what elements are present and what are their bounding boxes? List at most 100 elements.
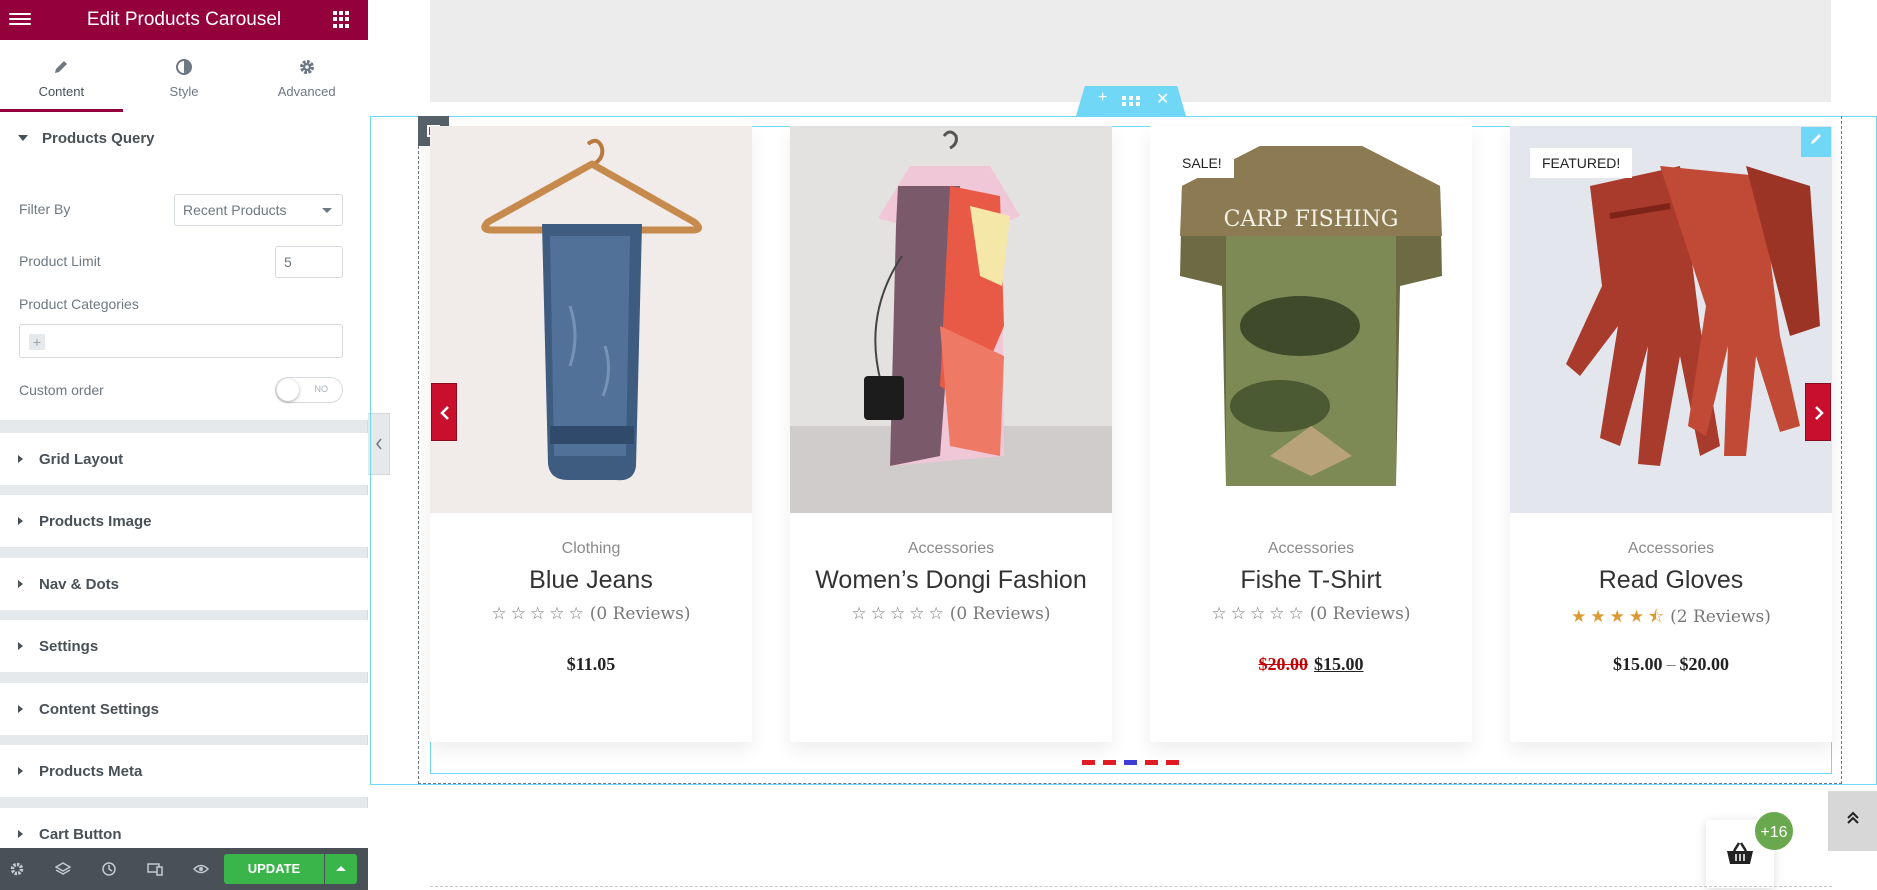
product-title[interactable]: Women’s Dongi Fashion [790, 566, 1112, 595]
product-limit-label: Product Limit [19, 253, 101, 269]
product-price: $15.00– $20.00 [1510, 654, 1832, 675]
section-handle[interactable]: + ✕ [1076, 86, 1186, 116]
price-min: $15.00 [1613, 654, 1663, 674]
panel-footer: UPDATE [0, 848, 368, 890]
next-section-outline [430, 886, 1832, 887]
product-category[interactable]: Accessories [1510, 540, 1832, 558]
section-settings[interactable]: Settings [0, 620, 368, 672]
product-card[interactable]: FEATURED! Accessories Read Gloves ★★★★⯪(… [1510, 126, 1832, 742]
panel-header: Edit Products Carousel [0, 0, 368, 40]
tab-content-label: Content [38, 84, 85, 99]
review-count[interactable]: (2 Reviews) [1670, 607, 1771, 627]
section-title: Products Image [39, 512, 152, 530]
tshirt-print: CARP FISHING [1224, 207, 1399, 232]
product-card[interactable]: CARP FISHING SALE! Accessories Fishe T-S… [1150, 126, 1472, 742]
product-price: $20.00 $15.00 [1150, 654, 1472, 675]
section-nav-dots[interactable]: Nav & Dots [0, 558, 368, 610]
review-count: (0 Reviews) [949, 604, 1051, 624]
scroll-to-top-button[interactable] [1828, 791, 1877, 851]
tab-advanced[interactable]: Advanced [245, 40, 368, 112]
responsive-icon[interactable] [147, 861, 163, 877]
carousel-dot[interactable] [1166, 760, 1179, 765]
product-image[interactable]: CARP FISHING [1150, 126, 1472, 513]
product-image[interactable] [430, 126, 752, 513]
section-title: Products Query [42, 129, 155, 147]
product-card[interactable]: Accessories Women’s Dongi Fashion ☆☆☆☆☆(… [790, 126, 1112, 742]
section-title: Settings [39, 637, 99, 655]
product-title[interactable]: Read Gloves [1510, 566, 1832, 595]
review-count: (0 Reviews) [589, 604, 691, 624]
section-title: Grid Layout [39, 450, 124, 468]
layers-icon[interactable] [54, 861, 72, 877]
product-limit-input[interactable]: 5 [275, 246, 343, 278]
star-rating-icon: ☆☆☆☆☆ [491, 604, 588, 624]
product-title[interactable]: Blue Jeans [430, 566, 752, 595]
section-title: Content Settings [39, 700, 159, 718]
chevron-down-icon [322, 208, 332, 213]
edit-widget-button[interactable] [1801, 127, 1831, 157]
eye-icon[interactable] [192, 861, 210, 877]
carousel-next-button[interactable] [1805, 383, 1831, 441]
product-price: $11.05 [566, 654, 616, 674]
product-categories-label: Product Categories [19, 296, 139, 312]
product-rating: ☆☆☆☆☆ (0 Reviews) [430, 604, 752, 624]
update-options-button[interactable] [325, 854, 357, 884]
pencil-icon [1811, 134, 1821, 144]
update-button[interactable]: UPDATE [224, 854, 324, 884]
caret-right-icon [18, 642, 23, 650]
section-products-query-header[interactable]: Products Query [0, 112, 368, 164]
product-category[interactable]: Accessories [1150, 540, 1472, 558]
section-content-settings[interactable]: Content Settings [0, 683, 368, 735]
toggle-knob [277, 379, 299, 401]
product-rating: ★★★★⯪ (2 Reviews) [1510, 604, 1832, 633]
product-title[interactable]: Fishe T-Shirt [1150, 566, 1472, 595]
tab-style-label: Style [169, 84, 199, 99]
filter-by-select[interactable]: Recent Products [174, 194, 343, 226]
section-grid-layout[interactable]: Grid Layout [0, 433, 368, 485]
product-category[interactable]: Clothing [430, 540, 752, 558]
product-categories-select[interactable]: + [19, 324, 343, 358]
review-count: (0 Reviews) [1309, 604, 1411, 624]
carousel-dot-active[interactable] [1124, 760, 1137, 765]
carousel-dot[interactable] [1103, 760, 1116, 765]
product-card[interactable]: Clothing Blue Jeans ☆☆☆☆☆ (0 Reviews) $11… [430, 126, 752, 742]
filter-by-value: Recent Products [183, 202, 287, 218]
price-max: $20.00 [1679, 654, 1730, 674]
widgets-grid-icon[interactable] [333, 11, 350, 28]
close-icon[interactable]: ✕ [1156, 89, 1169, 109]
section-products-query: Products Query Filter By Recent Products… [0, 112, 368, 420]
drag-handle-icon[interactable] [1122, 93, 1140, 111]
sale-badge: SALE! [1170, 148, 1234, 178]
section-products-meta[interactable]: Products Meta [0, 745, 368, 797]
carousel-prev-button[interactable] [431, 383, 457, 441]
tab-style[interactable]: Style [123, 40, 246, 112]
section-title: Products Meta [39, 762, 143, 780]
price-old: $20.00 [1258, 654, 1309, 674]
chevron-up-icon [336, 866, 346, 871]
custom-order-label: Custom order [19, 382, 104, 398]
product-image[interactable] [1510, 126, 1832, 513]
caret-right-icon [18, 705, 23, 713]
product-category[interactable]: Accessories [790, 540, 1112, 558]
add-section-icon[interactable]: + [1098, 89, 1107, 107]
panel-title: Edit Products Carousel [86, 9, 282, 30]
section-products-image[interactable]: Products Image [0, 495, 368, 547]
product-image[interactable] [790, 126, 1112, 513]
cart-count-badge[interactable]: +16 [1753, 810, 1795, 852]
custom-order-toggle[interactable]: NO [275, 377, 343, 403]
chevron-right-icon [1815, 406, 1824, 420]
price-sale: $15.00 [1314, 654, 1364, 674]
caret-right-icon [18, 580, 23, 588]
plus-icon: + [29, 334, 45, 350]
carousel-dot[interactable] [1082, 760, 1095, 765]
tab-content[interactable]: Content [0, 40, 123, 112]
gear-icon[interactable] [9, 861, 25, 877]
carousel-dot[interactable] [1145, 760, 1158, 765]
caret-right-icon [18, 767, 23, 775]
product-rating: ☆☆☆☆☆ (0 Reviews) [790, 604, 1112, 624]
editor-panel: Edit Products Carousel Content Style Adv… [0, 0, 368, 890]
history-icon[interactable] [101, 861, 117, 877]
tab-advanced-label: Advanced [277, 84, 336, 99]
caret-down-icon [18, 135, 28, 141]
caret-right-icon [18, 830, 23, 838]
